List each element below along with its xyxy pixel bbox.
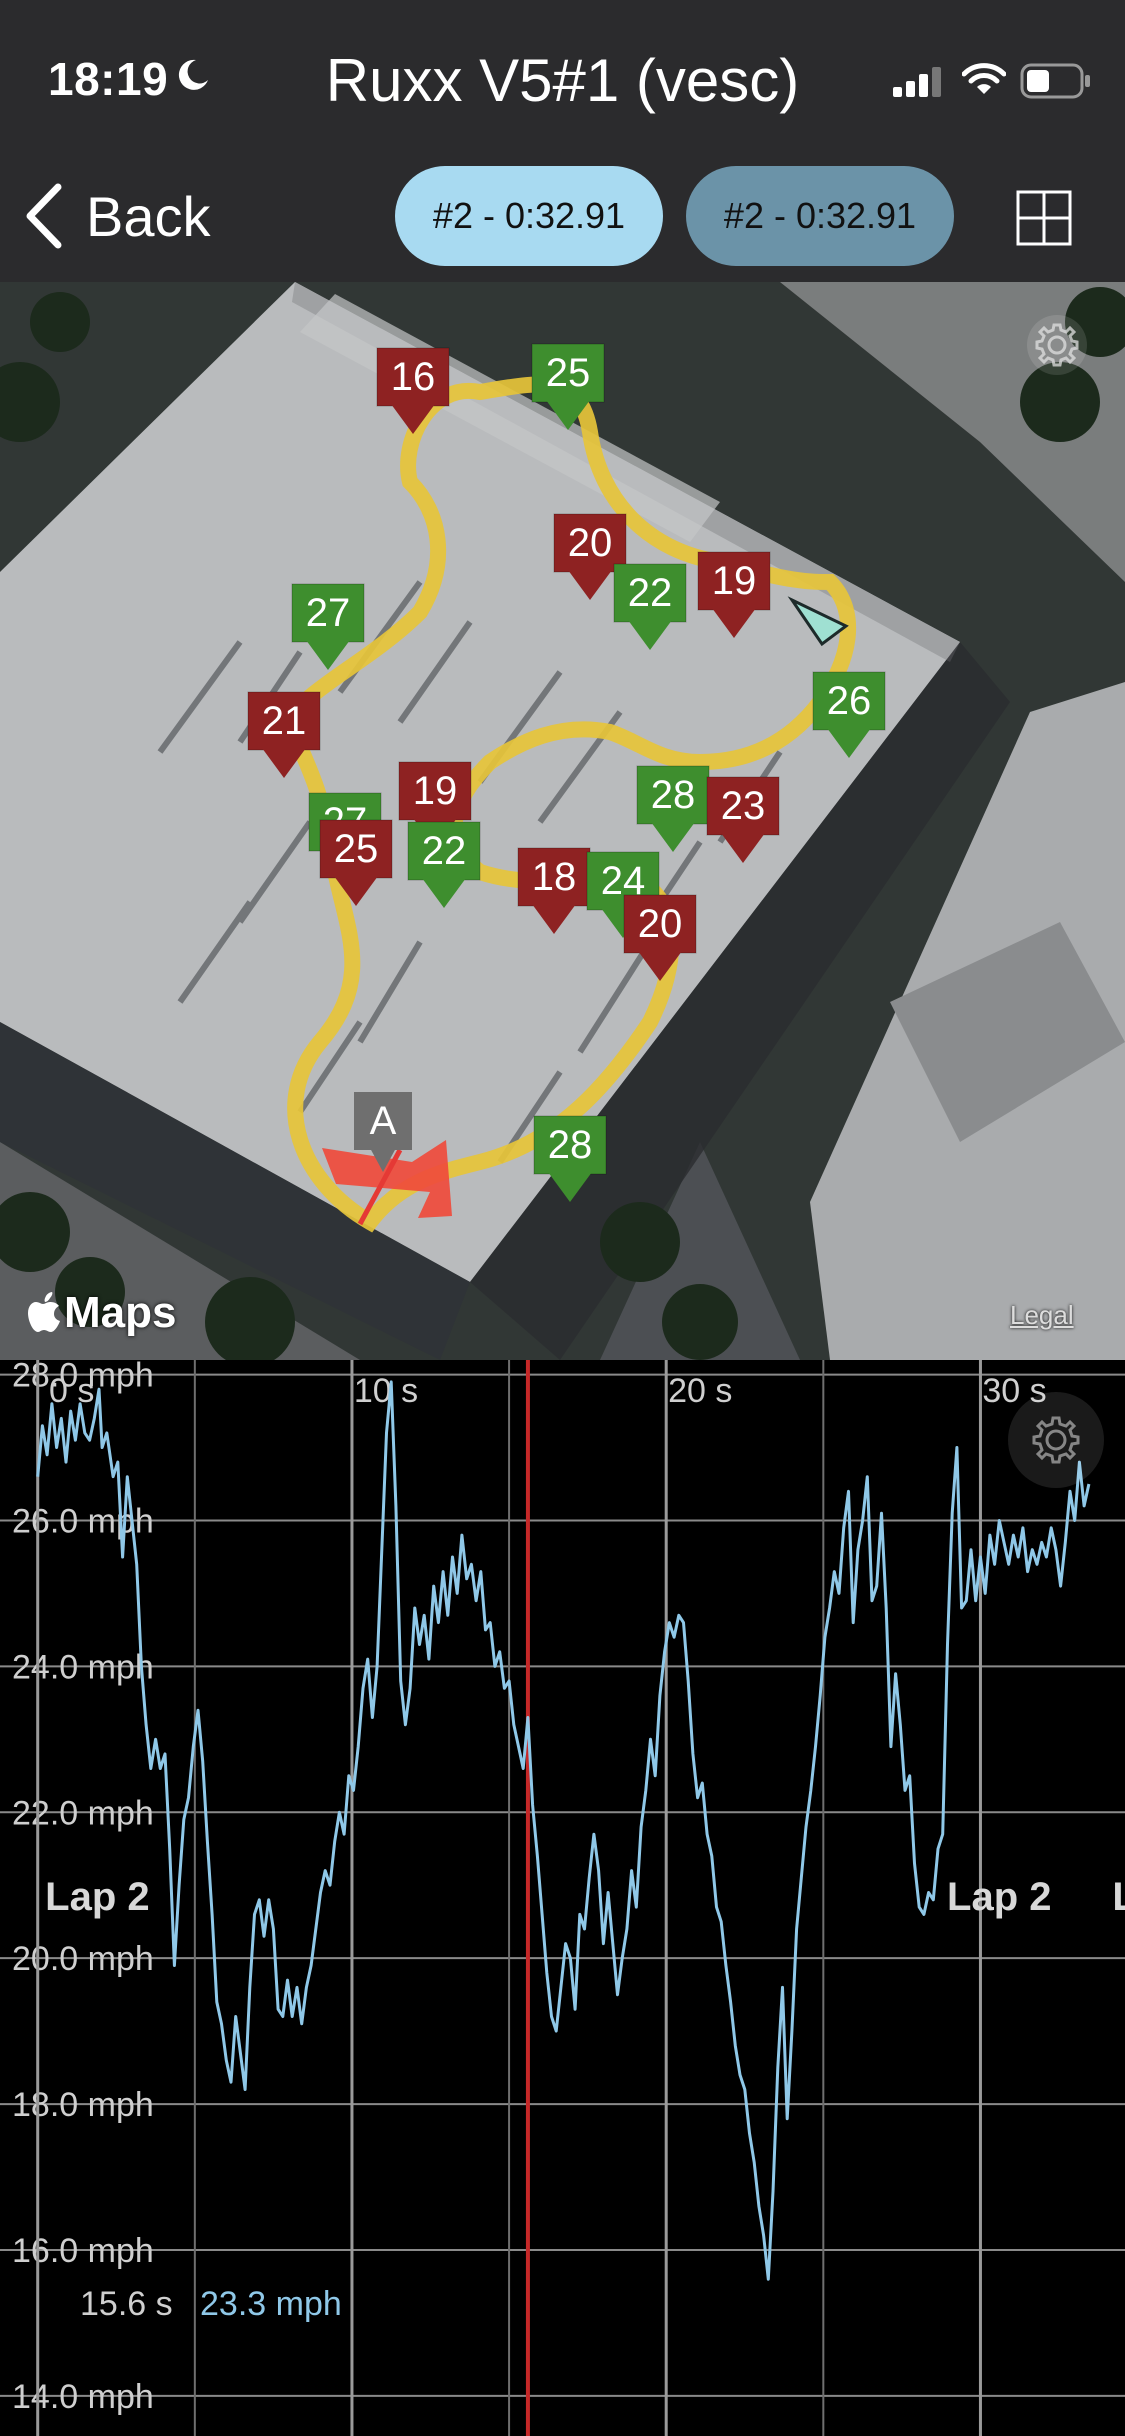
speed-marker-28: 28 [533,1115,607,1202]
nav-bar: Back #2 - 0:32.91 #2 - 0:32.91 [0,150,1125,282]
speed-marker-22: 22 [613,563,687,650]
gear-icon[interactable] [1024,312,1090,378]
y-tick-label: 16.0 mph [12,2232,154,2270]
lap-label: Lap 2 [947,1875,1051,1919]
y-tick-label: 22.0 mph [12,1794,154,1832]
speed-marker-27: 27 [291,583,365,670]
speed-marker-label: 22 [422,829,467,873]
speed-marker-label: 21 [262,699,307,743]
grid-view-icon[interactable] [1016,190,1072,246]
wifi-icon [962,63,1006,94]
speed-marker-label: 23 [721,784,766,828]
back-label: Back [86,184,211,248]
lap-label: L [1112,1875,1125,1919]
speed-marker-label: 20 [568,521,613,565]
speed-marker-21: 21 [247,691,321,778]
speed-marker-label: 20 [638,902,683,946]
speed-marker-28: 28 [636,765,710,852]
status-bar: 18:19 Ruxx V5#1 (vesc) [0,0,1125,150]
speed-marker-20: 20 [623,894,697,981]
lap-selector-compare[interactable]: #2 - 0:32.91 [686,166,954,266]
speed-marker-label: 26 [827,679,872,723]
speed-marker-label: 19 [712,559,757,603]
app-title: Ruxx V5#1 (vesc) [325,47,800,114]
track-map[interactable]: 162520221927262127192823252218242028A Ma… [0,282,1125,1360]
speed-marker-label: 28 [651,773,696,817]
y-tick-label: 18.0 mph [12,2086,154,2124]
speed-marker-22: 22 [407,821,481,908]
y-tick-label: 20.0 mph [12,1940,154,1978]
speed-marker-label: 16 [391,355,436,399]
x-tick-label: 0 s [49,1372,94,1410]
y-tick-label: 14.0 mph [12,2378,154,2416]
speed-chart-svg: 28.0 mph26.0 mph24.0 mph22.0 mph20.0 mph… [0,1360,1125,2436]
back-button[interactable]: Back [22,180,211,252]
start-marker-label: A [370,1099,397,1143]
speed-chart[interactable]: 28.0 mph 26.0 mph 24.0 mph 22.0 mph 20.0 mph… [0,1360,1125,2436]
speed-marker-26: 26 [812,671,886,758]
speed-marker-label: 18 [532,855,577,899]
signal-icon [893,67,941,97]
lap-selector-primary[interactable]: #2 - 0:32.91 [395,166,663,266]
speed-marker-label: 28 [548,1123,593,1167]
lap-label: Lap 2 [45,1875,149,1919]
battery-icon [1020,63,1090,99]
speed-marker-label: 25 [546,351,591,395]
chevron-left-icon [26,183,62,249]
start-marker: A [354,1092,412,1172]
cursor-time-readout: 15.6 s [80,2285,173,2323]
speed-marker-label: 19 [413,769,458,813]
speed-marker-label: 25 [334,827,379,871]
speed-marker-18: 18 [517,847,591,934]
x-tick-label: 20 s [668,1372,732,1410]
speed-marker-25: 25 [531,343,605,430]
speed-marker-19: 19 [697,551,771,638]
chart-gear-icon[interactable] [1006,1390,1106,1490]
speed-marker-25: 25 [319,819,393,906]
speed-marker-16: 16 [376,347,450,434]
speed-marker-label: 27 [306,591,351,635]
apple-maps-logo: Maps [28,1288,176,1338]
apple-logo-icon [28,1292,60,1332]
legal-link[interactable]: Legal [1010,1300,1074,1331]
x-tick-label: 10 s [354,1372,418,1410]
speed-marker-23: 23 [706,776,780,863]
cursor-speed-readout: 23.3 mph [200,2285,342,2323]
y-tick-label: 24.0 mph [12,1648,154,1686]
maps-attribution: Maps [64,1288,177,1337]
speed-marker-label: 22 [628,571,673,615]
